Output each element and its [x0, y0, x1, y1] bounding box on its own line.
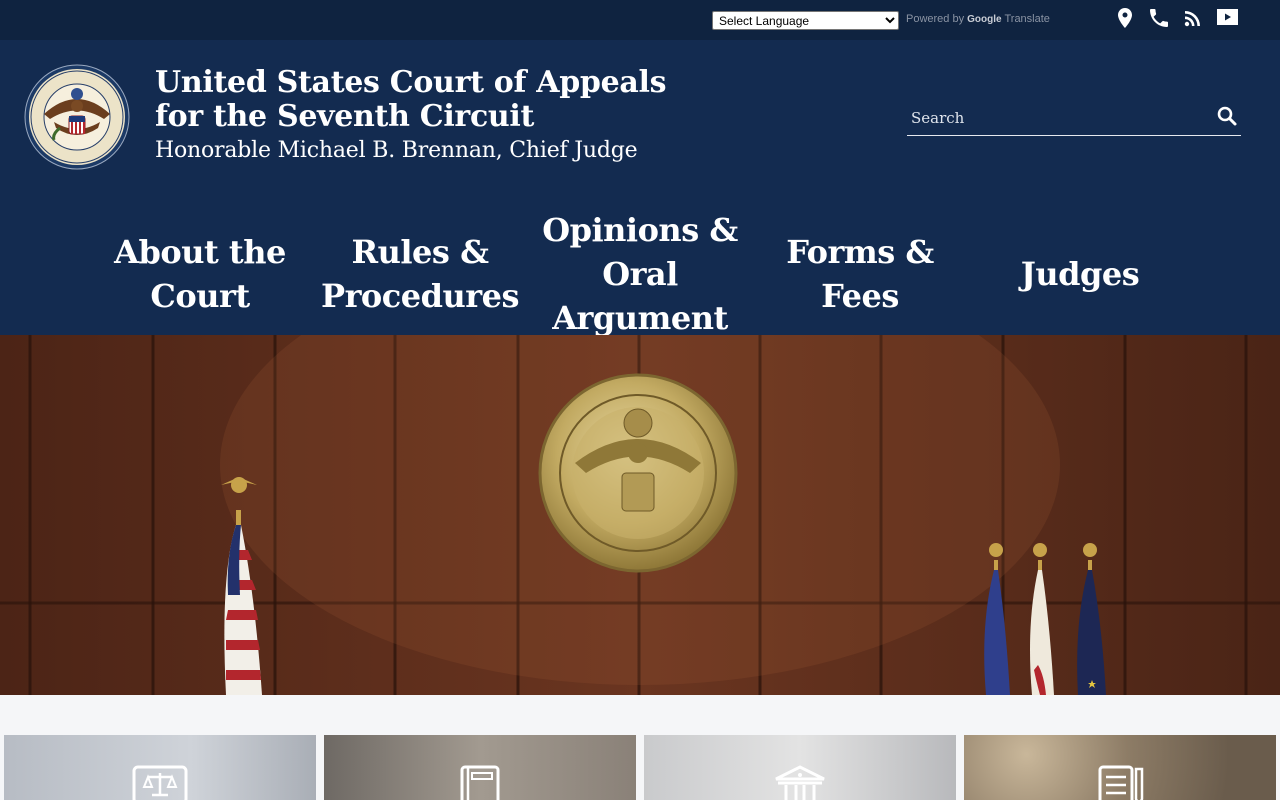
site-title-line-1[interactable]: United States Court of Appeals — [155, 66, 666, 100]
gold-court-seal — [538, 373, 738, 573]
courthouse-icon — [775, 765, 825, 800]
powered-by-text: Powered by — [906, 13, 965, 25]
courtroom-wall-illustration — [0, 335, 1280, 695]
site-title-line-2[interactable]: for the Seventh Circuit — [155, 100, 534, 134]
court-seal-logo[interactable] — [24, 64, 130, 170]
courtroom-hero-image — [0, 335, 1280, 695]
top-utility-bar: Select Language Powered by Google Transl… — [0, 0, 1280, 40]
rss-icon[interactable] — [1181, 6, 1205, 30]
search-box — [907, 98, 1241, 136]
phone-icon[interactable] — [1147, 6, 1171, 30]
nav-forms-fees[interactable]: Forms & Fees — [750, 224, 970, 324]
google-translate-credit: Powered by Google Translate — [906, 13, 1050, 25]
language-select[interactable]: Select Language — [712, 11, 899, 30]
site-header: United States Court of Appeals for the S… — [0, 40, 1280, 337]
search-input[interactable] — [911, 106, 1201, 130]
google-logo-text[interactable]: Google — [967, 14, 1001, 25]
card-document[interactable] — [964, 735, 1276, 800]
scales-of-justice-icon — [132, 765, 188, 800]
card-book[interactable] — [324, 735, 636, 800]
nav-judges[interactable]: Judges — [970, 224, 1190, 324]
chief-judge-subtitle: Honorable Michael B. Brennan, Chief Judg… — [155, 138, 638, 163]
translate-link[interactable]: Translate — [1004, 13, 1049, 25]
card-courthouse[interactable] — [644, 735, 956, 800]
nav-opinions-oral-argument[interactable]: Opinions & Oral Argument — [530, 211, 750, 337]
quick-link-cards — [0, 695, 1280, 800]
youtube-icon[interactable] — [1215, 6, 1239, 30]
card-scales[interactable] — [4, 735, 316, 800]
book-icon — [460, 765, 500, 800]
location-icon[interactable] — [1113, 6, 1137, 30]
search-icon[interactable] — [1215, 104, 1239, 128]
nav-about-the-court[interactable]: About the Court — [90, 224, 310, 324]
document-pen-icon — [1098, 765, 1144, 800]
nav-rules-procedures[interactable]: Rules & Procedures — [310, 224, 530, 324]
